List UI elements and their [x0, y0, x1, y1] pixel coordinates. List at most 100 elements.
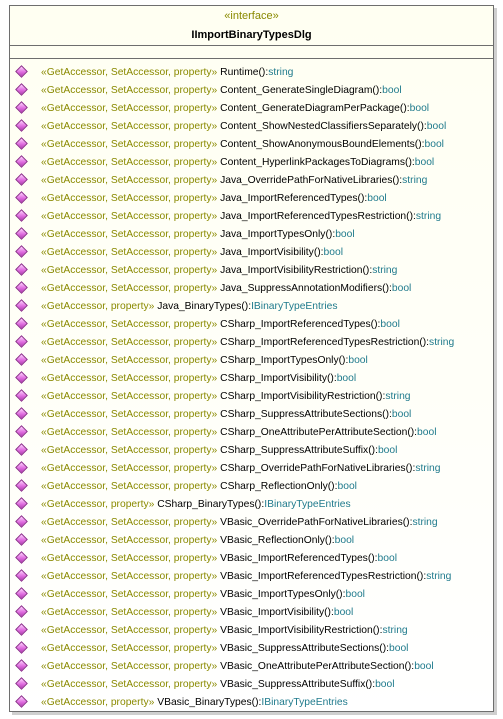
- operation-stereotype: «GetAccessor, SetAccessor, property»: [41, 372, 218, 384]
- operation-return-type: bool: [333, 606, 354, 618]
- operation-name: CSharp_ImportReferencedTypes():: [220, 318, 381, 330]
- operation-return-type: string: [415, 462, 441, 474]
- operations-compartment: «GetAccessor, SetAccessor, property» Run…: [10, 59, 493, 711]
- operation-name: Java_ImportTypesOnly():: [220, 228, 336, 240]
- operation-row[interactable]: «GetAccessor, SetAccessor, property» CSh…: [10, 369, 493, 387]
- operation-row[interactable]: «GetAccessor, SetAccessor, property» Jav…: [10, 261, 493, 279]
- operation-stereotype: «GetAccessor, SetAccessor, property»: [41, 336, 218, 348]
- operation-return-type: bool: [334, 534, 355, 546]
- operation-diamond-icon: [16, 642, 28, 654]
- operation-diamond-icon: [16, 84, 28, 96]
- operation-stereotype: «GetAccessor, SetAccessor, property»: [41, 120, 218, 132]
- operation-name: Java_OverridePathForNativeLibraries():: [220, 174, 403, 186]
- operation-diamond-icon: [16, 264, 28, 276]
- operation-row[interactable]: «GetAccessor, SetAccessor, property» CSh…: [10, 351, 493, 369]
- operation-diamond-icon: [16, 516, 28, 528]
- operation-row[interactable]: «GetAccessor, SetAccessor, property» CSh…: [10, 477, 493, 495]
- operation-stereotype: «GetAccessor, property»: [41, 498, 155, 510]
- operation-return-type: bool: [414, 660, 434, 672]
- operation-stereotype: «GetAccessor, SetAccessor, property»: [41, 480, 218, 492]
- operation-diamond-icon: [16, 570, 28, 582]
- operation-return-type: string: [412, 516, 438, 528]
- operation-name: VBasic_SuppressAttributeSuffix():: [220, 678, 376, 690]
- operation-row[interactable]: «GetAccessor, SetAccessor, property» Jav…: [10, 189, 493, 207]
- operation-diamond-icon: [16, 372, 28, 384]
- operation-row[interactable]: «GetAccessor, SetAccessor, property» VBa…: [10, 549, 493, 567]
- operation-name: CSharp_OneAttributePerAttributeSection()…: [220, 426, 418, 438]
- operation-row[interactable]: «GetAccessor, SetAccessor, property» Con…: [10, 135, 493, 153]
- operation-row[interactable]: «GetAccessor, SetAccessor, property» Jav…: [10, 207, 493, 225]
- attributes-compartment: [10, 46, 493, 59]
- operation-row[interactable]: «GetAccessor, property» VBasic_BinaryTyp…: [10, 693, 493, 711]
- operation-diamond-icon: [16, 138, 28, 150]
- operation-diamond-icon: [16, 192, 28, 204]
- operation-row[interactable]: «GetAccessor, SetAccessor, property» Con…: [10, 99, 493, 117]
- operation-stereotype: «GetAccessor, property»: [41, 300, 155, 312]
- operation-stereotype: «GetAccessor, SetAccessor, property»: [41, 408, 218, 420]
- operation-row[interactable]: «GetAccessor, SetAccessor, property» VBa…: [10, 657, 493, 675]
- operation-name: CSharp_OverridePathForNativeLibraries():: [220, 462, 416, 474]
- operation-stereotype: «GetAccessor, property»: [41, 696, 155, 708]
- operation-stereotype: «GetAccessor, SetAccessor, property»: [41, 624, 218, 636]
- operation-row[interactable]: «GetAccessor, SetAccessor, property» Con…: [10, 153, 493, 171]
- operation-name: VBasic_OneAttributePerAttributeSection()…: [220, 660, 415, 672]
- operation-row[interactable]: «GetAccessor, SetAccessor, property» Con…: [10, 117, 493, 135]
- operation-stereotype: «GetAccessor, SetAccessor, property»: [41, 318, 218, 330]
- operation-row[interactable]: «GetAccessor, SetAccessor, property» CSh…: [10, 405, 493, 423]
- operation-stereotype: «GetAccessor, SetAccessor, property»: [41, 246, 218, 258]
- operation-diamond-icon: [16, 480, 28, 492]
- operation-return-type: IBinaryTypeEntries: [261, 696, 348, 708]
- operation-row[interactable]: «GetAccessor, SetAccessor, property» Jav…: [10, 279, 493, 297]
- operation-return-type: string: [429, 336, 455, 348]
- operation-name: Java_ImportVisibility():: [220, 246, 324, 258]
- operation-name: Content_ShowAnonymousBoundElements():: [220, 138, 425, 150]
- operation-row[interactable]: «GetAccessor, SetAccessor, property» CSh…: [10, 387, 493, 405]
- operation-row[interactable]: «GetAccessor, SetAccessor, property» VBa…: [10, 675, 493, 693]
- operation-row[interactable]: «GetAccessor, SetAccessor, property» Con…: [10, 81, 493, 99]
- operation-name: CSharp_ImportVisibility():: [220, 372, 337, 384]
- operation-name: VBasic_ImportVisibilityRestriction():: [220, 624, 383, 636]
- operation-name: VBasic_ImportTypesOnly():: [220, 588, 346, 600]
- operation-row[interactable]: «GetAccessor, SetAccessor, property» VBa…: [10, 621, 493, 639]
- operation-name: VBasic_ImportReferencedTypesRestriction(…: [220, 570, 427, 582]
- operation-diamond-icon: [16, 498, 28, 510]
- operation-row[interactable]: «GetAccessor, SetAccessor, property» Jav…: [10, 243, 493, 261]
- operation-row[interactable]: «GetAccessor, SetAccessor, property» VBa…: [10, 513, 493, 531]
- operation-name: VBasic_ImportReferencedTypes():: [220, 552, 378, 564]
- operation-return-type: bool: [345, 588, 365, 600]
- operation-row[interactable]: «GetAccessor, SetAccessor, property» CSh…: [10, 441, 493, 459]
- operation-row[interactable]: «GetAccessor, SetAccessor, property» CSh…: [10, 459, 493, 477]
- operation-row[interactable]: «GetAccessor, SetAccessor, property» VBa…: [10, 639, 493, 657]
- operation-name: CSharp_ImportTypesOnly():: [220, 354, 349, 366]
- operation-row[interactable]: «GetAccessor, SetAccessor, property» Jav…: [10, 225, 493, 243]
- operation-diamond-icon: [16, 606, 28, 618]
- operation-diamond-icon: [16, 678, 28, 690]
- operation-stereotype: «GetAccessor, SetAccessor, property»: [41, 264, 218, 276]
- operation-stereotype: «GetAccessor, SetAccessor, property»: [41, 534, 218, 546]
- operation-diamond-icon: [16, 66, 28, 78]
- operation-row[interactable]: «GetAccessor, SetAccessor, property» VBa…: [10, 531, 493, 549]
- operation-row[interactable]: «GetAccessor, property» Java_BinaryTypes…: [10, 297, 493, 315]
- operation-row[interactable]: «GetAccessor, SetAccessor, property» VBa…: [10, 567, 493, 585]
- operation-row[interactable]: «GetAccessor, SetAccessor, property» CSh…: [10, 333, 493, 351]
- operation-return-type: bool: [409, 102, 430, 114]
- operation-diamond-icon: [16, 300, 28, 312]
- operation-return-type: bool: [414, 156, 435, 168]
- operation-row[interactable]: «GetAccessor, property» CSharp_BinaryTyp…: [10, 495, 493, 513]
- operation-row[interactable]: «GetAccessor, SetAccessor, property» VBa…: [10, 585, 493, 603]
- operation-return-type: bool: [377, 444, 398, 456]
- operation-row[interactable]: «GetAccessor, SetAccessor, property» VBa…: [10, 603, 493, 621]
- operation-diamond-icon: [16, 660, 28, 672]
- operation-row[interactable]: «GetAccessor, SetAccessor, property» Jav…: [10, 171, 493, 189]
- operation-stereotype: «GetAccessor, SetAccessor, property»: [41, 192, 218, 204]
- operation-diamond-icon: [16, 588, 28, 600]
- operation-diamond-icon: [16, 102, 28, 114]
- operation-name: Content_GenerateSingleDiagram():: [220, 84, 383, 96]
- operation-stereotype: «GetAccessor, SetAccessor, property»: [41, 642, 218, 654]
- operation-row[interactable]: «GetAccessor, SetAccessor, property» CSh…: [10, 423, 493, 441]
- operation-row[interactable]: «GetAccessor, SetAccessor, property» CSh…: [10, 315, 493, 333]
- operation-stereotype: «GetAccessor, SetAccessor, property»: [41, 660, 218, 672]
- operation-row[interactable]: «GetAccessor, SetAccessor, property» Run…: [10, 63, 493, 81]
- operation-stereotype: «GetAccessor, SetAccessor, property»: [41, 570, 218, 582]
- operation-stereotype: «GetAccessor, SetAccessor, property»: [41, 606, 218, 618]
